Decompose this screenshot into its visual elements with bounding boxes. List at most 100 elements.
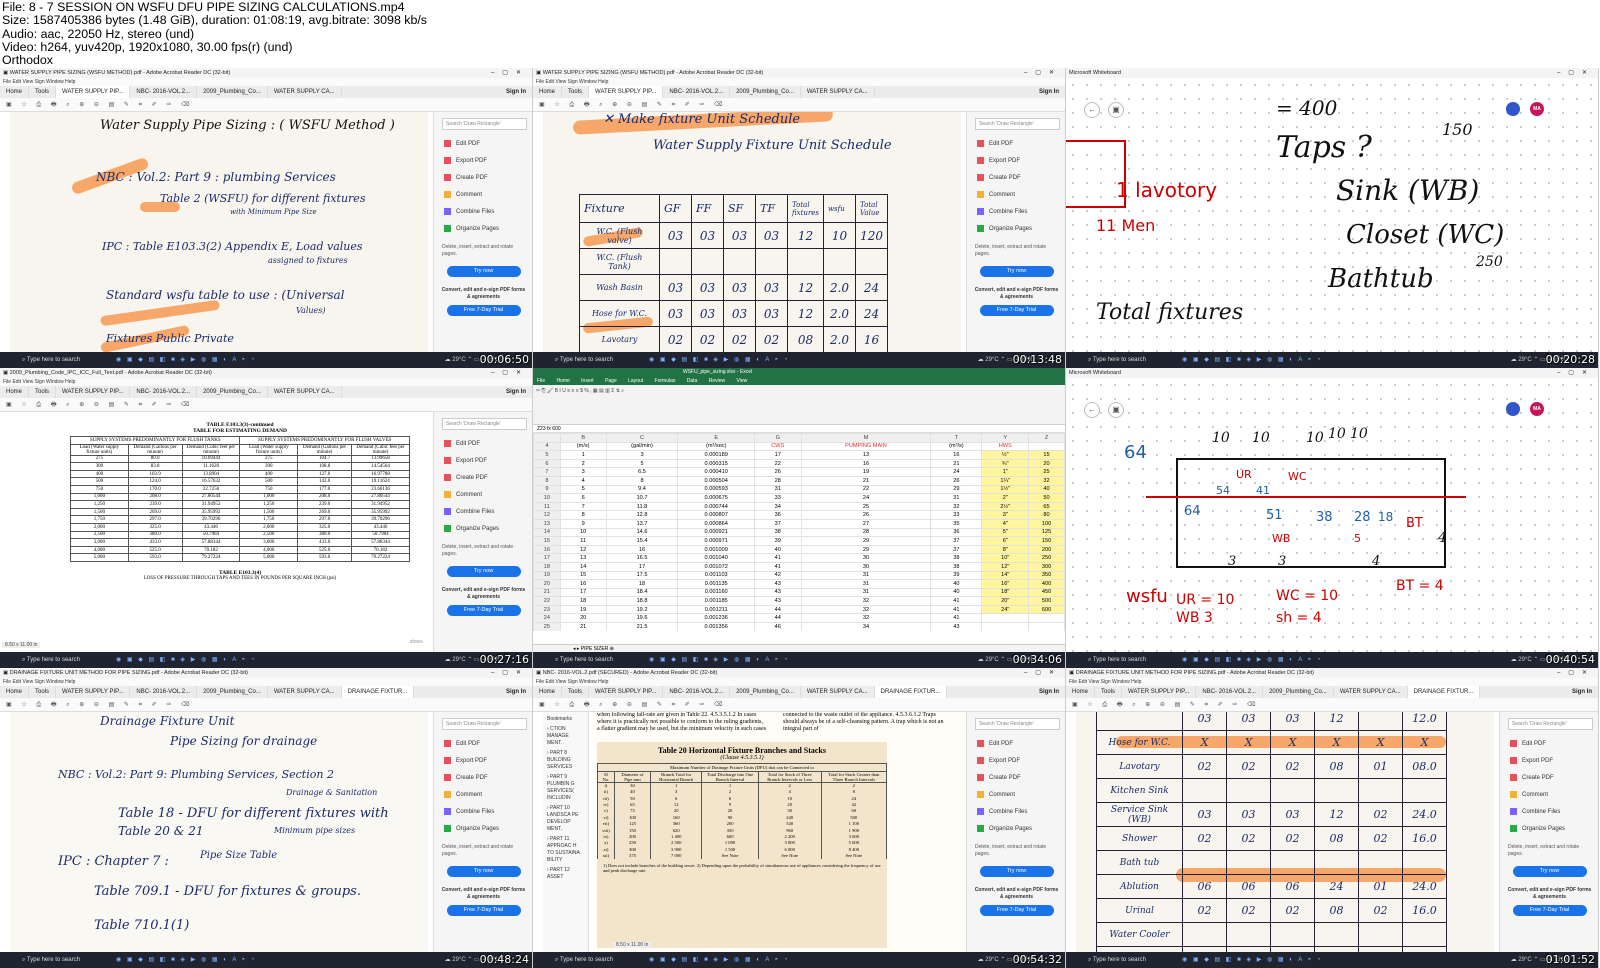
table-cell[interactable]: 18.8 <box>605 596 679 606</box>
taskbar-app-icons[interactable]: ◉ ▣ ◆ ▤ ◧ ■ ◈ ▶ ◍ ▦ ◐ A ◓ ◔ <box>1182 352 1323 368</box>
table-cell[interactable]: 11 <box>559 536 607 546</box>
tool-organize-pages[interactable]: Organize Pages <box>434 821 532 838</box>
table-cell[interactable]: 0.001356 <box>677 622 755 631</box>
tab-0[interactable]: Home <box>0 386 30 398</box>
tool-create-pdf[interactable]: Create PDF <box>967 770 1065 787</box>
back-button[interactable]: ← <box>1084 102 1100 118</box>
taskbar-search[interactable]: ⌕ Type here to search <box>555 357 613 363</box>
row-number[interactable]: 19 <box>533 570 561 581</box>
tab-2[interactable]: WATER SUPPLY PIP... <box>56 386 131 398</box>
row-number[interactable]: 25 <box>533 622 561 631</box>
tab-1[interactable]: Tools <box>562 86 590 98</box>
table-cell[interactable]: 29 <box>800 544 932 555</box>
try-now-button[interactable]: Try now <box>979 866 1054 877</box>
bookmark-item[interactable]: › PART 12 ASSET <box>547 867 584 881</box>
table-cell[interactable]: 33 <box>753 493 802 503</box>
table-cell[interactable]: 20 <box>559 613 607 624</box>
table-cell[interactable]: 41 <box>753 561 802 572</box>
table-cell[interactable]: 2½" <box>981 501 1030 512</box>
table-cell[interactable]: 9.4 <box>605 484 679 495</box>
table-cell[interactable]: 36 <box>930 527 983 538</box>
table-cell[interactable]: 38 <box>930 553 983 563</box>
table-cell[interactable]: 0.001160 <box>677 587 755 598</box>
tab-1[interactable]: Tools <box>29 686 57 698</box>
table-cell[interactable]: 37 <box>930 536 983 546</box>
table-cell[interactable]: 31 <box>930 493 983 503</box>
tool-comment[interactable]: Comment <box>434 787 532 804</box>
tab-2[interactable]: WATER SUPPLY PIP... <box>56 86 131 98</box>
taskbar-app-icons[interactable]: ◉ ▣ ◆ ▤ ◧ ■ ◈ ▶ ◍ ▦ ◐ A ◓ ◔ <box>1182 652 1323 668</box>
taskbar-search[interactable]: ⌕ Type here to search <box>22 657 80 663</box>
table-cell[interactable]: 32 <box>930 501 983 512</box>
tab-6[interactable]: DRAINAGE FIXTUR... <box>341 686 415 698</box>
tool-organize-pages[interactable]: Organize Pages <box>434 521 532 538</box>
table-cell[interactable]: 39 <box>753 536 802 546</box>
table-cell[interactable]: 5 <box>559 484 607 495</box>
table-cell[interactable]: 0.000504 <box>677 475 755 486</box>
tab-1[interactable]: Tools <box>29 386 57 398</box>
table-cell[interactable]: 18.4 <box>605 587 679 598</box>
table-cell[interactable]: 0.000864 <box>677 518 755 529</box>
free-trial-button[interactable]: Free 7-Day Trial <box>446 305 521 316</box>
sign-in-link[interactable]: Sign In <box>500 386 532 398</box>
sign-in-link[interactable]: Sign In <box>1033 86 1065 98</box>
tab-4[interactable]: 2009_Plumbing_Co... <box>197 386 268 398</box>
table-cell[interactable]: 25 <box>800 501 932 512</box>
table-cell[interactable]: 150 <box>1028 536 1065 546</box>
tool-organize-pages[interactable]: Organize Pages <box>967 221 1065 238</box>
column-letter[interactable]: T <box>930 433 983 443</box>
tab-4[interactable]: 2009_Plumbing_Co... <box>197 86 268 98</box>
table-cell[interactable]: 1" <box>981 467 1030 477</box>
user-avatar-icon[interactable] <box>1506 402 1520 416</box>
table-cell[interactable]: 10" <box>981 553 1030 563</box>
column-letter[interactable]: B <box>559 433 607 443</box>
taskbar-app-icons[interactable]: ◉ ▣ ◆ ▤ ◧ ■ ◈ ▶ ◍ ▦ ◐ A ◓ ◔ <box>649 652 790 668</box>
table-cell[interactable]: 3" <box>981 510 1030 520</box>
table-cell[interactable]: 38 <box>930 561 983 572</box>
bookmark-item[interactable]: › PART 8 BUILDING SERVICES <box>547 750 584 771</box>
table-cell[interactable]: 19 <box>800 467 932 477</box>
column-letter[interactable]: G <box>753 433 802 443</box>
table-cell[interactable]: 350 <box>1028 570 1065 581</box>
table-cell[interactable]: 16 <box>605 544 679 555</box>
window-controls[interactable]: –▢✕ <box>1557 368 1595 378</box>
table-cell[interactable]: 36 <box>753 510 802 520</box>
try-now-button[interactable]: Try now <box>446 566 521 577</box>
taskbar-search[interactable]: ⌕ Type here to search <box>1088 657 1146 663</box>
tools-search-input[interactable]: Search 'Draw Rectangle' <box>1508 718 1593 730</box>
table-cell[interactable]: 17.5 <box>605 570 679 581</box>
taskbar-app-icons[interactable]: ◉ ▣ ◆ ▤ ◧ ■ ◈ ▶ ◍ ▦ ◐ A ◓ ◔ <box>116 652 257 668</box>
spreadsheet-grid[interactable]: B C E G M T Y Z 4 (m/s) (gal/min) (m³/sec) CWS PUMPIN… <box>533 433 1065 631</box>
table-cell[interactable]: 100 <box>1028 518 1065 529</box>
table-cell[interactable]: 43 <box>753 596 802 606</box>
table-cell[interactable]: 14 <box>559 561 607 572</box>
try-now-button[interactable]: Try now <box>446 866 521 877</box>
table-cell[interactable]: 29 <box>800 536 932 546</box>
free-trial-button[interactable]: Free 7-Day Trial <box>446 605 521 616</box>
tab-1[interactable]: Tools <box>1095 686 1123 698</box>
tab-2[interactable]: WATER SUPPLY PIP... <box>56 686 131 698</box>
table-cell[interactable]: 24" <box>981 604 1030 615</box>
table-cell[interactable]: 12 <box>559 544 607 555</box>
table-cell[interactable]: 32 <box>800 596 932 606</box>
table-cell[interactable]: 21 <box>559 622 607 631</box>
row-number[interactable]: 7 <box>533 467 561 477</box>
tools-search-input[interactable]: Search 'Draw Rectangle' <box>975 118 1060 130</box>
acrobat-toolbar[interactable]: ▣ ☆ ⎙ 🖶 ⌕ ⊕ ⊖ ▤ ✎ ⌗ ✐ ✑ ⌫ <box>533 98 1065 112</box>
table-cell[interactable]: 21.5 <box>605 622 679 631</box>
tab-0[interactable]: Home <box>0 86 30 98</box>
table-cell[interactable]: 28 <box>753 475 802 486</box>
table-cell[interactable]: 17 <box>605 561 679 572</box>
tool-create-pdf[interactable]: Create PDF <box>967 170 1065 187</box>
table-cell[interactable]: 40 <box>1028 484 1065 495</box>
tool-combine-files[interactable]: Combine Files <box>434 204 532 221</box>
tool-export-pdf[interactable]: Export PDF <box>1500 753 1598 770</box>
table-cell[interactable]: 13 <box>800 450 932 460</box>
table-cell[interactable]: 21 <box>800 475 932 486</box>
table-cell[interactable]: 43 <box>753 579 802 589</box>
menu-bar[interactable]: File Edit View Sign Window Help <box>0 678 532 686</box>
taskbar-app-icons[interactable]: ◉ ▣ ◆ ▤ ◧ ■ ◈ ▶ ◍ ▦ ◐ A ◓ ◔ <box>116 952 257 968</box>
table-cell[interactable]: 450 <box>1028 587 1065 598</box>
tool-comment[interactable]: Comment <box>967 187 1065 204</box>
sheet-tabs[interactable]: ◂ ▸ PIPE SIZER ⊕ <box>533 644 1065 652</box>
